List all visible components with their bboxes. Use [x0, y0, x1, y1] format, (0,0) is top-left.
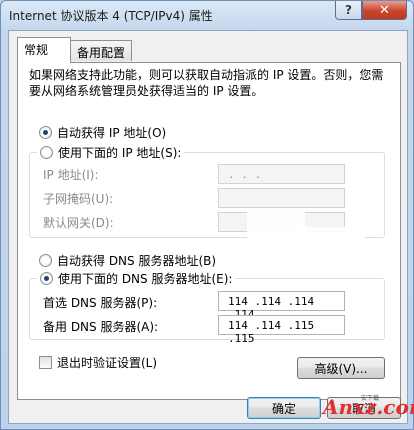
preferred-dns-label: 首选 DNS 服务器(P): [43, 296, 158, 310]
manual-ip-option[interactable]: 使用下面的 IP 地址(S): [37, 144, 185, 160]
description-text: 如果网络支持此功能，则可以获取自动指派的 IP 设置。否则，您需要从网络系统管理… [29, 68, 384, 98]
ip-address-input[interactable]: . . . [218, 164, 345, 184]
title-bar[interactable]: Internet 协议版本 4 (TCP/IPv4) 属性 ? ✕ [1, 1, 413, 29]
ok-button[interactable]: 确定 [247, 397, 321, 419]
subnet-mask-label: 子网掩码(U): [43, 192, 114, 206]
validate-label: 退出时验证设置(L) [57, 356, 158, 370]
ip-address-label: IP 地址(I): [43, 168, 99, 182]
auto-dns-radio[interactable] [39, 253, 52, 267]
window-title: Internet 协议版本 4 (TCP/IPv4) 属性 [9, 9, 213, 23]
auto-dns-option[interactable]: 自动获得 DNS 服务器地址(B) [39, 252, 216, 268]
help-button[interactable]: ? [335, 1, 362, 20]
auto-dns-label: 自动获得 DNS 服务器地址(B) [57, 253, 217, 268]
close-button[interactable]: ✕ [362, 1, 407, 20]
auto-ip-option[interactable]: 自动获得 IP 地址(O) [39, 124, 166, 140]
advanced-button[interactable]: 高级(V)... [297, 357, 385, 379]
alternate-dns-input[interactable]: 114 .114 .115 .115 [218, 315, 345, 345]
manual-dns-option[interactable]: 使用下面的 DNS 服务器地址(E): [37, 270, 236, 286]
subnet-mask-input[interactable] [218, 188, 345, 208]
preferred-dns-input[interactable]: 114 .114 .114 .114 [218, 291, 345, 321]
manual-ip-radio[interactable] [40, 145, 53, 159]
manual-ip-label: 使用下面的 IP 地址(S): [58, 145, 182, 160]
tab-alternate-config[interactable]: 备用配置 [70, 40, 132, 61]
dialog-client: 常规 备用配置 如果网络支持此功能，则可以获取自动指派的 IP 设置。否则，您需… [8, 30, 408, 424]
dialog-window: Internet 协议版本 4 (TCP/IPv4) 属性 ? ✕ 常规 备用配… [0, 0, 414, 430]
alternate-dns-label: 备用 DNS 服务器(A): [43, 320, 159, 334]
auto-ip-label: 自动获得 IP 地址(O) [57, 125, 167, 140]
tab-general[interactable]: 常规 [17, 37, 71, 63]
default-gateway-label: 默认网关(D): [43, 216, 114, 230]
site-watermark-sub: 安下载 [361, 395, 380, 402]
auto-ip-radio[interactable] [39, 125, 52, 139]
manual-dns-radio[interactable] [40, 271, 53, 285]
validate-option[interactable]: 退出时验证设置(L) [39, 354, 157, 371]
validate-checkbox[interactable] [39, 356, 52, 369]
manual-dns-label: 使用下面的 DNS 服务器地址(E): [58, 271, 233, 286]
watermark-smudge [295, 227, 365, 267]
